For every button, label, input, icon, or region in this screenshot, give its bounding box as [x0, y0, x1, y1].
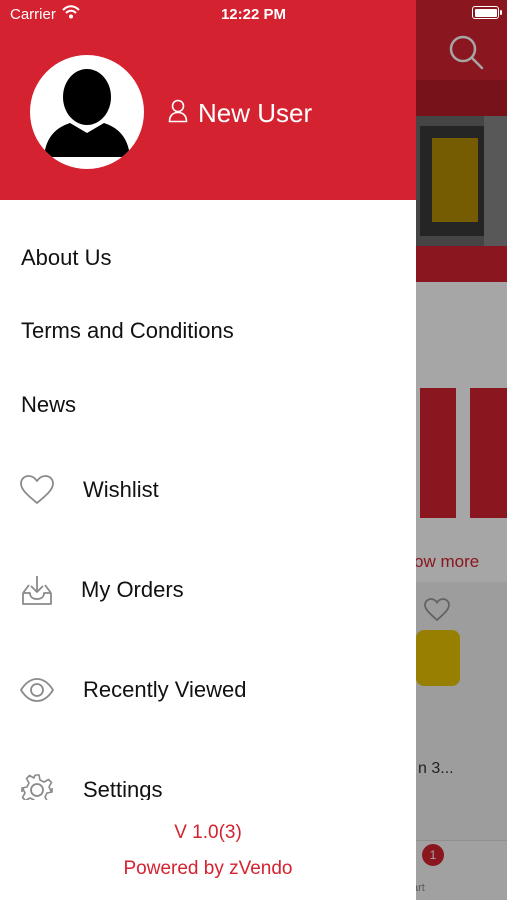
- menu-item-my-orders[interactable]: My Orders: [0, 570, 416, 610]
- menu-item-news[interactable]: News: [0, 387, 416, 423]
- powered-by-link[interactable]: Powered by zVendo: [0, 858, 416, 880]
- menu-item-label: Wishlist: [83, 477, 159, 502]
- menu-item-label: About Us: [21, 245, 112, 270]
- menu-item-label: Recently Viewed: [83, 677, 247, 702]
- drawer-footer: V 1.0(3) Powered by zVendo: [0, 800, 416, 900]
- avatar-silhouette-icon: [44, 69, 130, 157]
- app-version: V 1.0(3): [174, 822, 242, 843]
- user-outline-icon: [168, 99, 188, 128]
- user-name-link[interactable]: New User: [168, 98, 312, 129]
- menu-item-about-us[interactable]: About Us: [0, 240, 416, 276]
- avatar[interactable]: [30, 55, 144, 169]
- menu-item-label: Terms and Conditions: [21, 318, 234, 343]
- user-name: New User: [198, 98, 313, 128]
- menu-item-label: My Orders: [81, 577, 184, 602]
- eye-icon: [19, 677, 55, 703]
- heart-icon: [19, 474, 55, 506]
- menu-item-recently-viewed[interactable]: Recently Viewed: [0, 670, 416, 710]
- status-time: 12:22 PM: [220, 6, 287, 23]
- side-drawer: New User About Us Terms and Conditions N…: [0, 0, 416, 900]
- menu-item-label: News: [21, 392, 77, 417]
- drawer-header: New User: [0, 0, 416, 200]
- battery-tip: [500, 10, 502, 15]
- inbox-download-icon: [19, 573, 55, 607]
- menu-item-wishlist[interactable]: Wishlist: [0, 470, 416, 510]
- status-bar: Carrier 12:22 PM: [0, 0, 507, 28]
- battery-icon: [472, 6, 499, 19]
- menu-item-terms[interactable]: Terms and Conditions: [0, 313, 416, 349]
